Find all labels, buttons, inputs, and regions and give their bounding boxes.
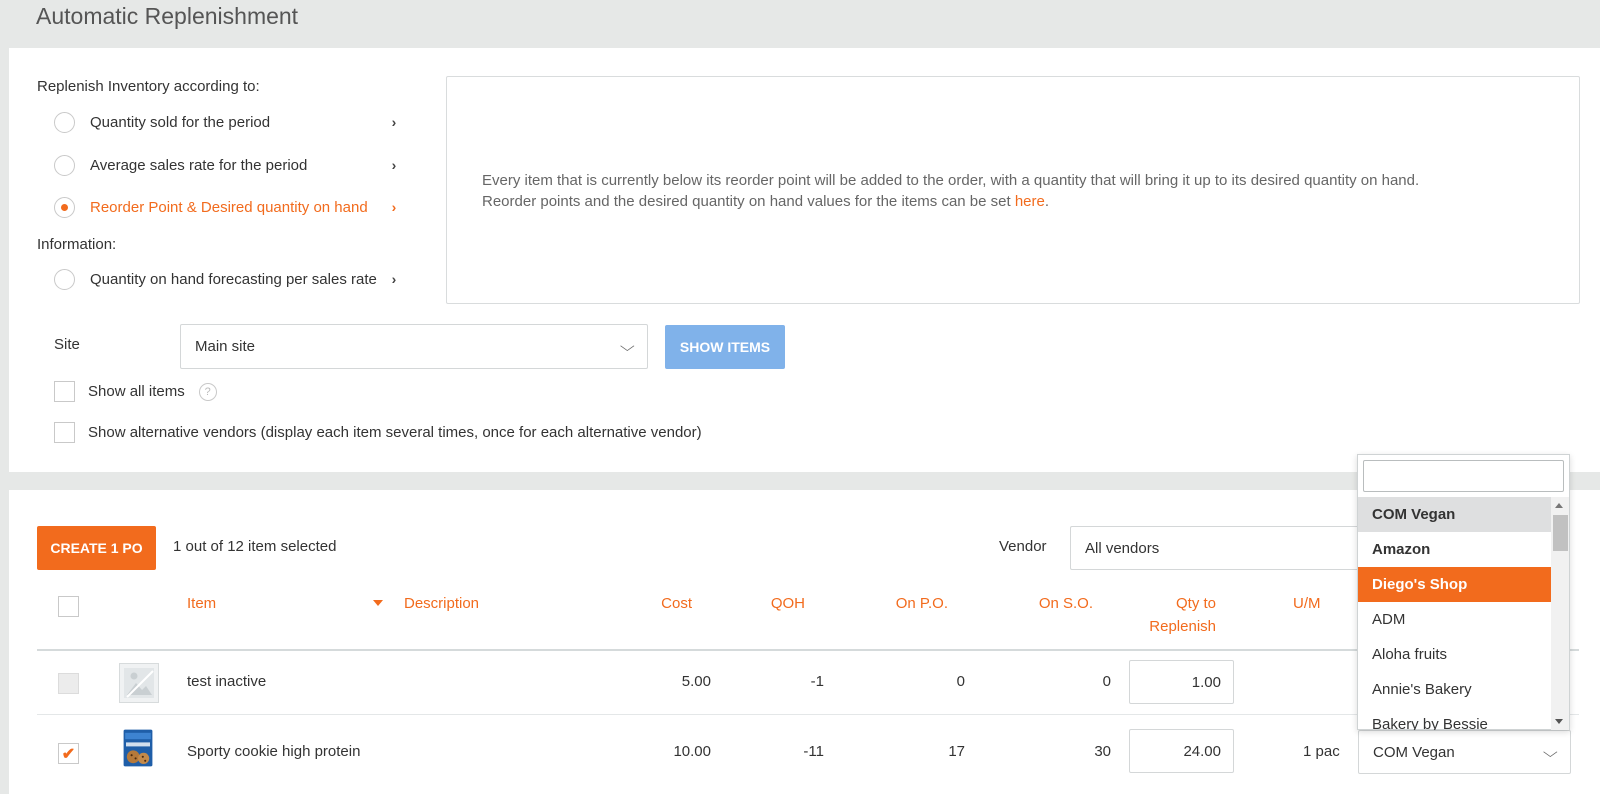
selection-count: 1 out of 12 item selected xyxy=(173,538,337,555)
show-all-items-label: Show all items xyxy=(88,383,185,400)
vendor-filter-label: Vendor xyxy=(999,538,1047,555)
column-item[interactable]: Item xyxy=(187,592,216,615)
column-um[interactable]: U/M xyxy=(1293,592,1321,615)
vendor-option[interactable]: Aloha fruits xyxy=(1358,637,1551,672)
chevron-right-icon[interactable]: › xyxy=(384,114,404,130)
row-item-name: Sporty cookie high protein xyxy=(187,743,361,760)
row-on-so: 0 xyxy=(1102,673,1111,690)
replenish-heading: Replenish Inventory according to: xyxy=(37,78,260,95)
column-description[interactable]: Description xyxy=(404,592,479,615)
option-label: Average sales rate for the period xyxy=(90,156,308,174)
show-all-items-checkbox[interactable] xyxy=(54,381,75,402)
header-divider xyxy=(37,649,1579,651)
vendor-option[interactable]: COM Vegan xyxy=(1358,497,1551,532)
description-line-2: Reorder points and the desired quantity … xyxy=(482,193,1050,210)
site-label: Site xyxy=(54,336,80,353)
row-checkbox[interactable]: ✔ xyxy=(58,743,79,764)
chevron-down-icon: ⌵ xyxy=(620,338,636,354)
option-qoh-forecasting[interactable]: Quantity on hand forecasting per sales r… xyxy=(54,266,404,292)
method-description: Every item that is currently below its r… xyxy=(446,76,1580,304)
show-alt-vendors-row[interactable]: Show alternative vendors (display each i… xyxy=(54,422,702,443)
here-link[interactable]: here xyxy=(1015,193,1045,210)
row-qoh: -11 xyxy=(803,743,824,760)
option-label: Quantity on hand forecasting per sales r… xyxy=(90,270,377,288)
scroll-up-icon[interactable] xyxy=(1555,503,1563,508)
description-line-1: Every item that is currently below its r… xyxy=(482,172,1420,189)
sort-descending-icon[interactable] xyxy=(373,600,383,606)
information-heading: Information: xyxy=(37,236,117,253)
create-po-button[interactable]: CREATE 1 PO xyxy=(37,526,156,570)
scrollbar-thumb[interactable] xyxy=(1553,515,1568,551)
vendor-option-list: COM Vegan Amazon Diego's Shop ADM Aloha … xyxy=(1358,497,1551,730)
option-average-sales-rate[interactable]: Average sales rate for the period › xyxy=(54,152,404,178)
row-on-po: 17 xyxy=(948,743,965,760)
row-qty-input[interactable]: 24.00 xyxy=(1129,729,1234,773)
show-items-button[interactable]: SHOW ITEMS xyxy=(665,325,785,369)
dropdown-scrollbar[interactable] xyxy=(1551,497,1569,730)
vendor-search-input[interactable] xyxy=(1363,460,1564,492)
row-on-so: 30 xyxy=(1094,743,1111,760)
radio-icon[interactable] xyxy=(54,111,75,133)
row-cost: 10.00 xyxy=(673,743,711,760)
row-qty-input[interactable]: 1.00 xyxy=(1129,660,1234,704)
row-divider xyxy=(37,714,1579,715)
row-item-name: test inactive xyxy=(187,673,267,690)
product-image[interactable] xyxy=(118,728,158,768)
chevron-right-icon[interactable]: › xyxy=(384,271,404,287)
vendor-dropdown[interactable]: COM Vegan Amazon Diego's Shop ADM Aloha … xyxy=(1357,454,1570,730)
row-vendor-select[interactable]: COM Vegan ⌵ xyxy=(1358,730,1571,774)
row-checkbox xyxy=(58,673,79,694)
row-um: 1 pac xyxy=(1303,743,1340,760)
column-cost[interactable]: Cost xyxy=(620,592,692,615)
page-title: Automatic Replenishment xyxy=(36,3,299,29)
chevron-right-icon[interactable]: › xyxy=(384,157,404,173)
row-qoh: -1 xyxy=(810,673,824,690)
option-quantity-sold[interactable]: Quantity sold for the period › xyxy=(54,109,404,135)
column-qoh[interactable]: QOH xyxy=(740,592,805,615)
show-alt-vendors-checkbox[interactable] xyxy=(54,422,75,443)
row-on-po: 0 xyxy=(956,673,965,690)
radio-selected-icon[interactable] xyxy=(54,196,75,218)
show-alt-vendors-label: Show alternative vendors (display each i… xyxy=(88,424,702,441)
site-select[interactable]: Main site ⌵ xyxy=(180,324,648,369)
option-label: Quantity sold for the period xyxy=(90,113,271,131)
vendor-option[interactable]: Bakery by Bessie xyxy=(1358,707,1551,730)
vendor-filter-select[interactable]: All vendors xyxy=(1070,526,1360,570)
radio-icon[interactable] xyxy=(54,154,75,176)
site-select-value: Main site xyxy=(195,338,256,355)
image-placeholder-icon xyxy=(119,663,159,703)
vendor-option[interactable]: ADM xyxy=(1358,602,1551,637)
radio-icon[interactable] xyxy=(54,268,75,290)
vendor-option[interactable]: Annie's Bakery xyxy=(1358,672,1551,707)
vendor-option[interactable]: Amazon xyxy=(1358,532,1551,567)
option-reorder-point[interactable]: Reorder Point & Desired quantity on hand… xyxy=(54,194,404,220)
column-qty-to-replenish[interactable]: Qty to Replenish xyxy=(1110,592,1216,638)
scroll-down-icon[interactable] xyxy=(1555,719,1563,724)
chevron-down-icon: ⌵ xyxy=(1543,743,1559,760)
show-all-items-row[interactable]: Show all items ? xyxy=(54,381,217,402)
row-cost: 5.00 xyxy=(681,673,711,690)
option-label: Reorder Point & Desired quantity on hand xyxy=(90,198,368,216)
column-on-so[interactable]: On S.O. xyxy=(1000,592,1093,615)
chevron-right-icon[interactable]: › xyxy=(384,199,404,215)
column-on-po[interactable]: On P.O. xyxy=(860,592,948,615)
row-vendor-value: COM Vegan xyxy=(1373,743,1455,761)
select-all-checkbox[interactable] xyxy=(58,596,79,617)
help-icon[interactable]: ? xyxy=(198,382,217,401)
vendor-filter-value: All vendors xyxy=(1085,539,1160,557)
vendor-option-highlighted[interactable]: Diego's Shop xyxy=(1358,567,1551,602)
